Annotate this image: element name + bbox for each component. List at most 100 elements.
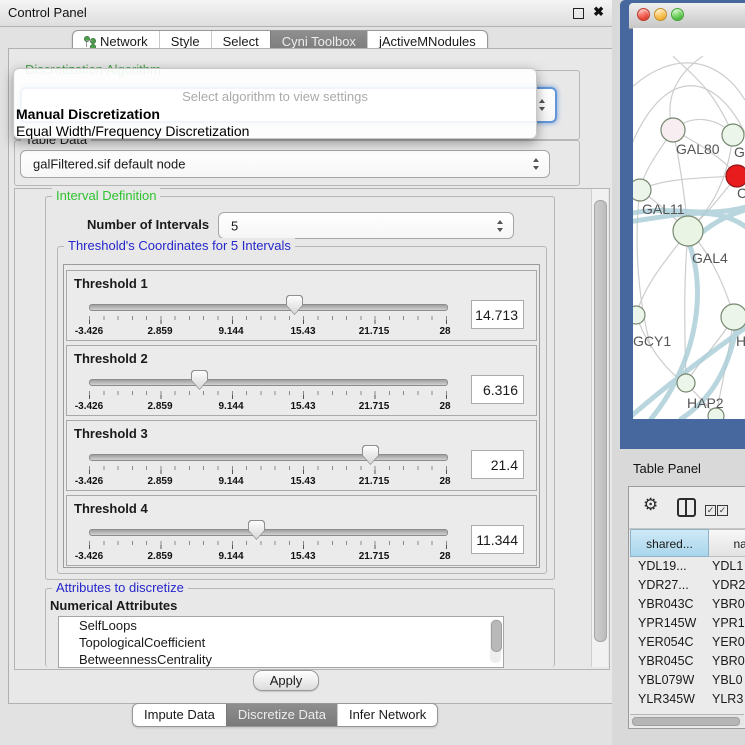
label-hap2: HAP2	[687, 395, 724, 411]
minimize-traffic-light[interactable]	[654, 8, 667, 21]
cell-shared-name: YDL19...	[638, 557, 708, 576]
tick-label: 28	[417, 476, 473, 487]
tick-label: -3.426	[61, 476, 117, 487]
cell-name: YER0	[712, 633, 745, 652]
tick-label: 15.43	[275, 476, 331, 487]
tick-label: 9.144	[203, 326, 259, 337]
list-item-selfloops[interactable]: SelfLoops	[59, 617, 503, 634]
algorithm-placeholder: Select algorithm to view settings	[14, 89, 536, 104]
tick-label: -3.426	[61, 401, 117, 412]
node-gcy1[interactable]	[633, 306, 645, 324]
cell-name: YLR3	[712, 690, 745, 709]
threshold-1-value-field[interactable]: 14.713	[471, 300, 524, 329]
tick-label: 2.859	[132, 551, 188, 562]
slider-track[interactable]	[89, 454, 448, 461]
list-scrollbar[interactable]	[490, 619, 501, 663]
slider-minor-ticks	[89, 316, 447, 320]
scrollbar-thumb[interactable]	[594, 200, 607, 642]
checkbox-icon[interactable]: ✓	[717, 505, 728, 516]
tab-infer-network[interactable]: Infer Network	[337, 704, 437, 726]
node-hap2[interactable]	[677, 374, 695, 392]
tab-infer-network-label: Infer Network	[349, 704, 426, 726]
close-traffic-light[interactable]	[637, 8, 650, 21]
cell-name: YPR1	[712, 614, 745, 633]
list-item-betweennesscentrality[interactable]: BetweennessCentrality	[59, 651, 503, 668]
table-panel-title: Table Panel	[633, 461, 701, 476]
tab-discretize-data[interactable]: Discretize Data	[226, 704, 337, 726]
tick-label: 9.144	[203, 401, 259, 412]
attributes-group-label: Attributes to discretize	[52, 580, 188, 595]
label-gal11: GAL11	[642, 201, 685, 217]
tick-label: 15.43	[275, 551, 331, 562]
label-c: C	[737, 185, 745, 201]
threshold-1-label: Threshold 1	[74, 276, 148, 291]
cell-name: YBR0	[712, 595, 745, 614]
scrollbar-thumb[interactable]	[632, 717, 740, 726]
slider-track[interactable]	[89, 304, 448, 311]
control-panel-titlebar: Control Panel ✖	[0, 0, 612, 27]
close-icon[interactable]: ✖	[593, 4, 604, 20]
tick-label: 2.859	[132, 326, 188, 337]
label-gcy1: GCY1	[633, 333, 671, 349]
zoom-traffic-light[interactable]	[671, 8, 684, 21]
tick-label: 28	[417, 401, 473, 412]
slider-track[interactable]	[89, 529, 448, 536]
gear-icon[interactable]: ⚙	[643, 495, 658, 515]
cell-shared-name: YDR27...	[638, 576, 708, 595]
node-gal11[interactable]	[633, 179, 651, 201]
tick-label: 21.715	[346, 401, 402, 412]
slider-thumb[interactable]	[362, 445, 379, 465]
node-red-selected[interactable]	[726, 165, 745, 187]
columns-icon[interactable]	[677, 498, 696, 517]
table-data-combobox[interactable]: galFiltered.sif default node	[20, 150, 550, 178]
option-manual-discretization[interactable]: Manual Discretization	[15, 106, 535, 122]
threshold-3-label: Threshold 3	[74, 426, 148, 441]
checkbox-icon[interactable]: ✓	[705, 505, 716, 516]
tick-label: 28	[417, 326, 473, 337]
tab-impute-data[interactable]: Impute Data	[133, 704, 226, 726]
spinner-arrows-icon	[533, 158, 540, 170]
column-header-shared-name[interactable]: shared...	[630, 529, 709, 557]
float-window-icon[interactable]	[573, 8, 584, 19]
slider-thumb[interactable]	[191, 370, 208, 390]
tick-label: 15.43	[275, 326, 331, 337]
threshold-4-value-field[interactable]: 11.344	[471, 525, 524, 554]
option-equal-width-frequency[interactable]: Equal Width/Frequency Discretization	[15, 123, 535, 139]
slider-minor-ticks	[89, 466, 447, 470]
network-graph: GAL80 GA C GAL11 GAL4 GCY1 H HAP2	[633, 28, 745, 419]
tick-label: 21.715	[346, 551, 402, 562]
column-header-name[interactable]: name	[709, 529, 745, 557]
cell-name: YBR0	[712, 652, 745, 671]
number-of-intervals-combobox[interactable]: 5	[218, 212, 514, 239]
scrollbar-thumb[interactable]	[491, 620, 502, 652]
vertical-scrollbar[interactable]	[591, 189, 608, 667]
slider-thumb[interactable]	[286, 295, 303, 315]
node-h[interactable]	[721, 304, 745, 330]
label-gal4: GAL4	[692, 250, 728, 266]
cell-shared-name: YBL079W	[638, 671, 708, 690]
slider-minor-ticks	[89, 541, 447, 545]
slider-track[interactable]	[89, 379, 448, 386]
number-of-intervals-value: 5	[231, 218, 238, 233]
table-panel-toolbar: ⚙ ✓ ✓	[629, 487, 745, 529]
list-item-topologicalcoefficient[interactable]: TopologicalCoefficient	[59, 634, 503, 651]
node-ga[interactable]	[722, 124, 744, 146]
node-gal4[interactable]	[673, 216, 703, 246]
spinner-arrows-icon	[497, 220, 504, 232]
tab-discretize-data-label: Discretize Data	[238, 704, 326, 726]
node-gal80[interactable]	[661, 118, 685, 142]
threshold-1-panel: Threshold 1 -3.426 2.859 9.144 15.43 21.…	[66, 270, 537, 341]
threshold-2-value-field[interactable]: 6.316	[471, 375, 524, 404]
network-window-titlebar[interactable]	[629, 3, 745, 29]
table-horizontal-scrollbar[interactable]	[630, 714, 744, 726]
threshold-3-value-field[interactable]: 21.4	[471, 450, 524, 479]
network-icon	[84, 36, 95, 48]
tick-label: 2.859	[132, 401, 188, 412]
table-data-value: galFiltered.sif default node	[33, 157, 185, 172]
network-canvas[interactable]: GAL80 GA C GAL11 GAL4 GCY1 H HAP2	[633, 28, 745, 419]
apply-button[interactable]: Apply	[253, 670, 319, 691]
slider-thumb[interactable]	[248, 520, 265, 540]
cell-name: YBL0	[712, 671, 745, 690]
tick-label: 21.715	[346, 476, 402, 487]
bottom-tab-bar: Impute Data Discretize Data Infer Networ…	[132, 703, 438, 727]
